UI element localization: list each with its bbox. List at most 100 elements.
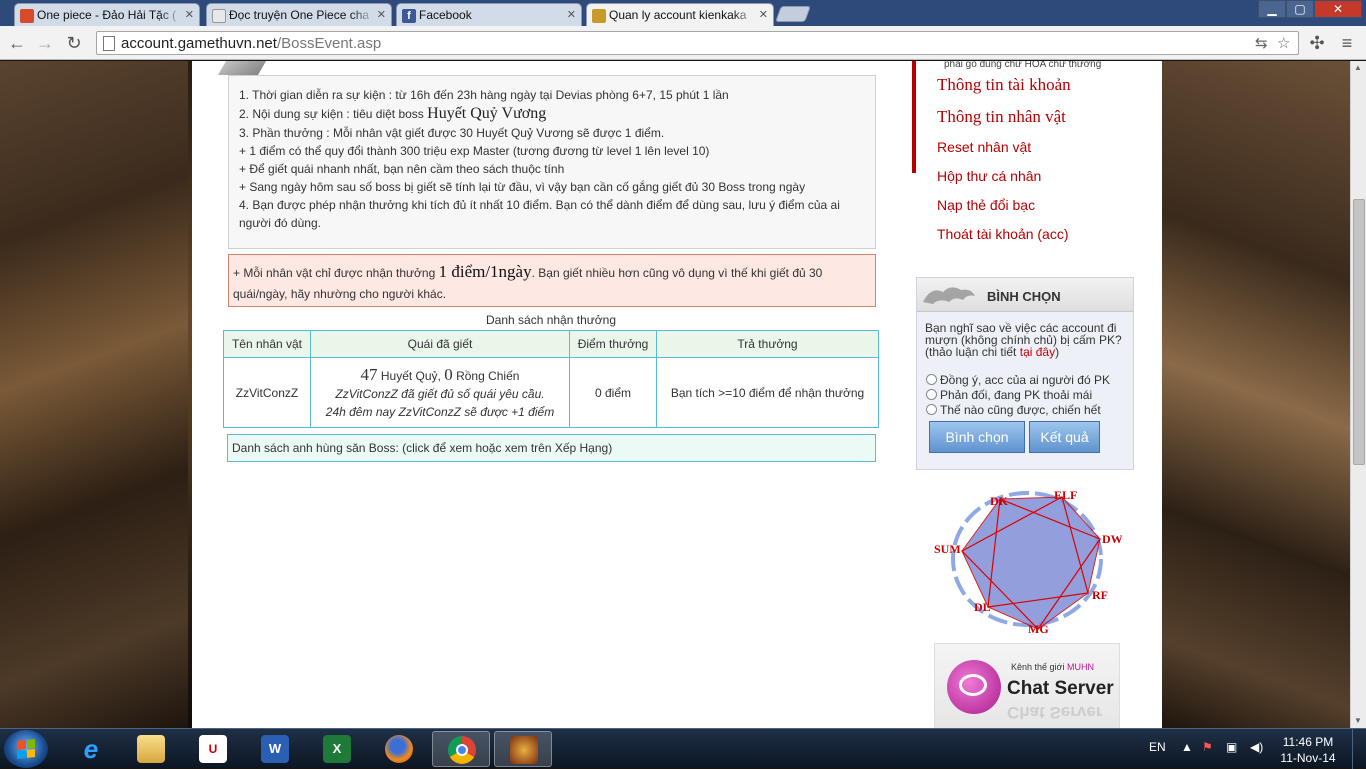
result-button[interactable]: Kết quả: [1029, 421, 1100, 453]
menu-accent-bar: [912, 61, 916, 173]
menu-icon[interactable]: ≡: [1336, 32, 1358, 54]
clock-time: 11:46 PM: [1282, 735, 1334, 749]
reload-icon[interactable]: ↻: [63, 32, 85, 54]
dragon-icon: [923, 287, 975, 304]
tab-quan-ly-account[interactable]: Quan ly account kienkaka ✕: [586, 3, 774, 26]
game-launcher-icon: [510, 736, 538, 764]
facebook-icon: f: [402, 9, 416, 23]
network-icon[interactable]: ⚑: [1202, 740, 1213, 754]
sword-decoration-icon: [217, 61, 267, 75]
tab-favicon-icon: [212, 9, 226, 23]
windows-logo-icon: [17, 739, 35, 759]
tray-arrow-icon[interactable]: ▲: [1181, 740, 1193, 754]
bookmark-star-icon[interactable]: ☆: [1277, 34, 1290, 52]
windows-taskbar: e U W X EN ▲ ⚑ ▣ ◀) 11:46 PM 11-Nov-14: [0, 728, 1366, 769]
menu-inbox[interactable]: Hộp thư cá nhân: [937, 168, 1071, 184]
tab-favicon-icon: [592, 9, 606, 23]
menu-logout[interactable]: Thoát tài khoản (acc): [937, 226, 1071, 242]
account-menu: Thông tin tài khoản Thông tin nhân vật R…: [937, 75, 1071, 255]
chat-bubble-icon: [947, 660, 1001, 714]
excel-icon: X: [323, 735, 351, 763]
browser-toolbar: ← → ↻ account.gamethuvn.net/BossEvent.as…: [0, 26, 1366, 60]
chat-server-title: Chat Server: [1007, 678, 1114, 699]
tab-one-piece[interactable]: One piece - Đảo Hải Tặc ( ✕: [14, 3, 200, 26]
radio-icon[interactable]: [926, 404, 937, 415]
address-bar[interactable]: account.gamethuvn.net/BossEvent.asp ⇆ ☆: [96, 31, 1299, 55]
cell-character-name: ZzVitConzZ: [223, 357, 311, 428]
action-center-icon[interactable]: ▣: [1226, 740, 1237, 754]
taskbar-excel[interactable]: X: [308, 731, 366, 767]
class-label-dl: DL: [974, 600, 991, 614]
vote-button[interactable]: Bình chọn: [929, 421, 1025, 453]
class-wheel-image: DK ELF DW RF MG DL SUM: [932, 481, 1123, 641]
tab-close-icon[interactable]: ✕: [567, 8, 576, 21]
rule-4: 4. Bạn được phép nhận thưởng khi tích đủ…: [239, 198, 840, 230]
poll-option-3[interactable]: Thế nào cũng được, chiến hết: [926, 403, 1101, 417]
close-window-button[interactable]: ✕: [1314, 0, 1362, 18]
tab-doc-truyen[interactable]: Đọc truyện One Piece cha ✕: [206, 3, 392, 26]
extension-icon[interactable]: ✣: [1306, 32, 1328, 54]
volume-icon[interactable]: ◀): [1250, 740, 1263, 754]
taskbar-unikey[interactable]: U: [184, 731, 242, 767]
poll-option-1[interactable]: Đồng ý, acc của ai người đó PK: [926, 373, 1110, 387]
daily-limit-note: + Mỗi nhân vật chỉ được nhận thưởng 1 đi…: [228, 254, 876, 307]
system-clock[interactable]: 11:46 PM 11-Nov-14: [1276, 734, 1340, 766]
internet-explorer-icon: e: [83, 734, 99, 764]
forward-arrow-icon[interactable]: →: [34, 32, 56, 54]
rewards-table: Tên nhân vật Quái đã giết Điểm thưởng Tr…: [223, 330, 879, 428]
poll-box: BÌNH CHỌN Bạn nghĩ sao về việc các accou…: [916, 277, 1134, 470]
taskbar-word[interactable]: W: [246, 731, 304, 767]
scrollbar-thumb[interactable]: [1353, 199, 1365, 465]
tab-close-icon[interactable]: ✕: [185, 8, 194, 21]
chat-channel-label: Kênh thế giới MUHN: [1011, 662, 1094, 672]
radio-icon[interactable]: [926, 389, 937, 400]
scroll-down-icon[interactable]: ▼: [1354, 716, 1362, 725]
boss-heroes-link[interactable]: Danh sách anh hùng săn Boss: (click để x…: [227, 434, 876, 462]
menu-character-info[interactable]: Thông tin nhân vật: [937, 107, 1071, 127]
captcha-hint: phải gõ đúng chữ HOA chữ thường: [944, 61, 1102, 70]
class-label-mg: MG: [1028, 622, 1049, 636]
tab-favicon-icon: [20, 9, 34, 23]
taskbar-game[interactable]: [494, 731, 552, 767]
start-button[interactable]: [4, 730, 48, 768]
menu-reset-character[interactable]: Reset nhân vật: [937, 139, 1071, 155]
show-desktop-button[interactable]: [1352, 729, 1366, 769]
new-tab-button[interactable]: [775, 6, 811, 22]
main-content: 1. Thời gian diễn ra sự kiện : từ 16h đế…: [192, 61, 912, 728]
taskbar-firefox[interactable]: [370, 731, 428, 767]
firefox-icon: [385, 735, 413, 763]
page-viewport: 1. Thời gian diễn ra sự kiện : từ 16h đế…: [0, 61, 1350, 728]
col-header-name: Tên nhân vật: [223, 330, 311, 358]
tab-facebook[interactable]: f Facebook ✕: [396, 3, 582, 26]
poll-discussion-link[interactable]: tại đây: [1020, 345, 1055, 359]
taskbar-chrome[interactable]: [432, 731, 490, 767]
page-icon: [103, 36, 115, 51]
poll-header: BÌNH CHỌN: [917, 278, 1133, 312]
poll-option-2[interactable]: Phản đối, đang PK thoải mái: [926, 388, 1092, 402]
minimize-button[interactable]: ▁: [1258, 0, 1286, 18]
menu-topup-card[interactable]: Nạp thẻ đổi bạc: [937, 197, 1071, 213]
rule-3: 3. Phần thưởng : Mỗi nhân vật giết được …: [239, 126, 665, 140]
cell-payout: Bạn tích >=10 điểm để nhận thưởng: [656, 357, 879, 428]
page-scrollbar[interactable]: ▲ ▼: [1350, 61, 1366, 728]
rule-2: 2. Nội dung sự kiện : tiêu diệt boss Huy…: [239, 105, 547, 122]
poll-title: BÌNH CHỌN: [987, 289, 1061, 304]
chat-server-reflection: Chat Server: [1007, 703, 1103, 722]
rule-3b: + Để giết quái nhanh nhất, bạn nên cầm t…: [239, 162, 565, 176]
chat-server-banner[interactable]: Kênh thế giới MUHN Chat Server Chat Serv…: [934, 643, 1120, 728]
taskbar-ie[interactable]: e: [62, 731, 120, 767]
taskbar-explorer[interactable]: [122, 731, 180, 767]
tab-close-icon[interactable]: ✕: [377, 8, 386, 21]
rule-3c: + Sang ngày hôm sau số boss bị giết sẽ t…: [239, 180, 806, 194]
menu-account-info[interactable]: Thông tin tài khoản: [937, 75, 1071, 95]
clock-date: 11-Nov-14: [1280, 751, 1336, 765]
col-header-payout: Trả thưởng: [656, 330, 879, 358]
back-arrow-icon[interactable]: ←: [6, 32, 28, 54]
scroll-up-icon[interactable]: ▲: [1354, 63, 1362, 72]
maximize-button[interactable]: ▢: [1286, 0, 1314, 18]
radio-icon[interactable]: [926, 374, 937, 385]
tab-close-icon[interactable]: ✕: [759, 8, 768, 21]
translate-icon[interactable]: ⇆: [1255, 34, 1268, 52]
class-label-dk: DK: [990, 494, 1009, 508]
language-indicator[interactable]: EN: [1149, 740, 1166, 754]
